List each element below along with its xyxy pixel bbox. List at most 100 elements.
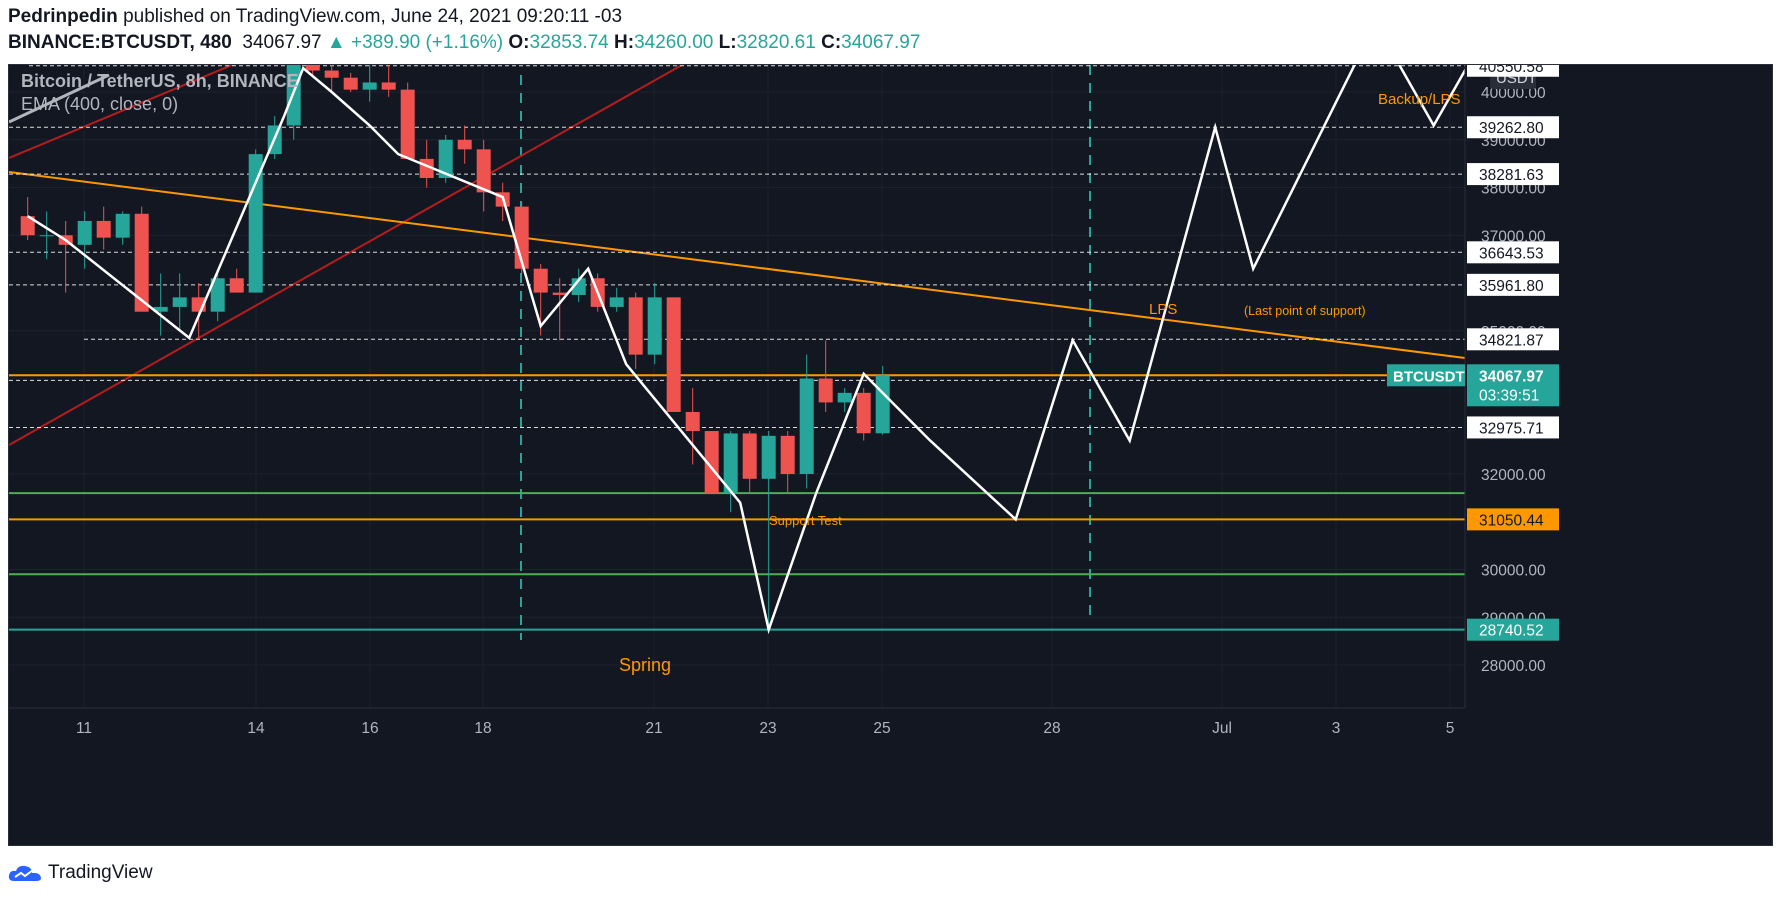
candle bbox=[609, 287, 624, 312]
chart-panel[interactable]: Spring Support Test LPS (Last point of supp… bbox=[8, 54, 1773, 846]
candle-body bbox=[628, 297, 643, 355]
candle bbox=[58, 220, 73, 293]
candle bbox=[229, 268, 244, 293]
time-tick-label: 28 bbox=[1043, 720, 1060, 737]
price-label-text: 34821.87 bbox=[1479, 332, 1544, 349]
publish-info: Pedrinpedin published on TradingView.com… bbox=[8, 6, 622, 28]
price-level-label: 36643.53 bbox=[1467, 241, 1559, 264]
annotation-label: Backup/LPS bbox=[1378, 91, 1461, 108]
candle-body bbox=[856, 392, 871, 434]
author-name[interactable]: Pedrinpedin bbox=[8, 6, 118, 27]
annotation-label: Spring bbox=[619, 655, 671, 675]
low-label: L: bbox=[718, 32, 737, 53]
published-text: published on TradingView.com, June 24, 2… bbox=[123, 6, 623, 27]
time-tick-label: Jul bbox=[1212, 720, 1232, 737]
candle-body bbox=[457, 139, 472, 150]
candle bbox=[476, 139, 491, 212]
time-tick-label: 21 bbox=[645, 720, 662, 737]
current-price-text: 34067.97 bbox=[1479, 368, 1544, 385]
candle-body bbox=[362, 82, 377, 90]
high-label: H: bbox=[614, 32, 635, 53]
price-level-label: 32975.71 bbox=[1467, 416, 1559, 439]
candle-body bbox=[647, 297, 662, 355]
candle-body bbox=[533, 268, 548, 293]
price-level-label: 38281.63 bbox=[1467, 163, 1559, 186]
price-level-label: 35961.80 bbox=[1467, 273, 1559, 296]
candle bbox=[153, 273, 168, 336]
annotation-label: Support Test bbox=[769, 513, 842, 528]
candle bbox=[362, 61, 377, 102]
candle bbox=[115, 211, 130, 245]
price-label-text: 32975.71 bbox=[1479, 420, 1544, 437]
candle-body bbox=[666, 297, 681, 412]
time-tick-label: 25 bbox=[873, 720, 890, 737]
ohlc-bar: BINANCE:BTCUSDT, 480 34067.97 ▲ +389.90 … bbox=[8, 32, 920, 54]
time-tick-label: 5 bbox=[1446, 720, 1455, 737]
tradingview-cloud-icon bbox=[8, 865, 41, 881]
candle-body bbox=[609, 297, 624, 307]
brand-name: TradingView bbox=[48, 862, 153, 883]
last-price: 34067.97 bbox=[242, 32, 322, 53]
symbol-badge-text: BTCUSDT bbox=[1393, 368, 1465, 385]
candle-body bbox=[305, 63, 320, 71]
orange-trend-line bbox=[8, 171, 1466, 359]
candle bbox=[875, 366, 890, 435]
price-tick-label: 32000.00 bbox=[1481, 467, 1546, 484]
candle-body bbox=[229, 278, 244, 293]
close-value: 34067.97 bbox=[841, 32, 921, 53]
close-label: C: bbox=[821, 32, 842, 53]
high-value: 34260.00 bbox=[634, 32, 714, 53]
candle-body bbox=[685, 411, 700, 432]
candle-body bbox=[172, 297, 187, 307]
price-chart[interactable]: Spring Support Test LPS (Last point of supp… bbox=[8, 54, 1772, 845]
time-tick-label: 14 bbox=[247, 720, 265, 737]
price-change: ▲ +389.90 (+1.16%) bbox=[326, 32, 504, 53]
ema-indicator-label[interactable]: EMA (400, close, 0) bbox=[21, 94, 178, 114]
candle-body bbox=[761, 435, 776, 479]
red-trend-line-lower bbox=[8, 60, 690, 446]
open-value: 32853.74 bbox=[529, 32, 609, 53]
candle-body bbox=[96, 220, 111, 238]
candle bbox=[343, 72, 358, 93]
candle bbox=[723, 431, 738, 513]
projection-path bbox=[27, 57, 1473, 635]
time-tick-label: 18 bbox=[474, 720, 491, 737]
time-tick-label: 16 bbox=[361, 720, 378, 737]
price-tick-label: 30000.00 bbox=[1481, 563, 1546, 580]
countdown-text: 03:39:51 bbox=[1479, 387, 1539, 404]
annotation-label: (Last point of support) bbox=[1244, 304, 1366, 318]
series-title: Bitcoin / TetherUS, 8h, BINANCE bbox=[21, 71, 299, 91]
candle-body bbox=[476, 149, 491, 193]
price-level-label: 31050.44 bbox=[1467, 508, 1559, 531]
candle bbox=[628, 292, 643, 369]
candle bbox=[400, 82, 415, 159]
price-label-text: 28740.52 bbox=[1479, 623, 1544, 640]
candle-body bbox=[837, 392, 852, 403]
candle-body bbox=[324, 70, 339, 78]
price-label-text: 39262.80 bbox=[1479, 120, 1544, 137]
candle bbox=[685, 388, 700, 465]
candle bbox=[96, 206, 111, 250]
candle bbox=[780, 431, 795, 494]
low-value: 32820.61 bbox=[736, 32, 816, 53]
price-level-label: 28740.52 bbox=[1467, 618, 1559, 641]
price-label-text: 31050.44 bbox=[1479, 512, 1544, 529]
candle bbox=[457, 125, 472, 164]
candle-body bbox=[818, 378, 833, 403]
tradingview-logo[interactable]: TradingView bbox=[8, 862, 153, 884]
time-tick-label: 11 bbox=[76, 720, 92, 737]
candle bbox=[761, 431, 776, 630]
price-level-label: 40550.58 bbox=[1467, 54, 1559, 77]
annotation-label: LPS bbox=[1149, 301, 1177, 318]
candle-body bbox=[400, 89, 415, 159]
candle bbox=[666, 297, 681, 412]
candle-body bbox=[799, 378, 814, 475]
candle-body bbox=[248, 154, 263, 293]
price-label-text: 36643.53 bbox=[1479, 245, 1544, 262]
candle bbox=[856, 388, 871, 441]
candle-body bbox=[742, 433, 757, 479]
open-label: O: bbox=[508, 32, 530, 53]
price-tick-label: 28000.00 bbox=[1481, 658, 1546, 675]
candle-body bbox=[381, 82, 396, 90]
time-tick-label: 23 bbox=[759, 720, 776, 737]
